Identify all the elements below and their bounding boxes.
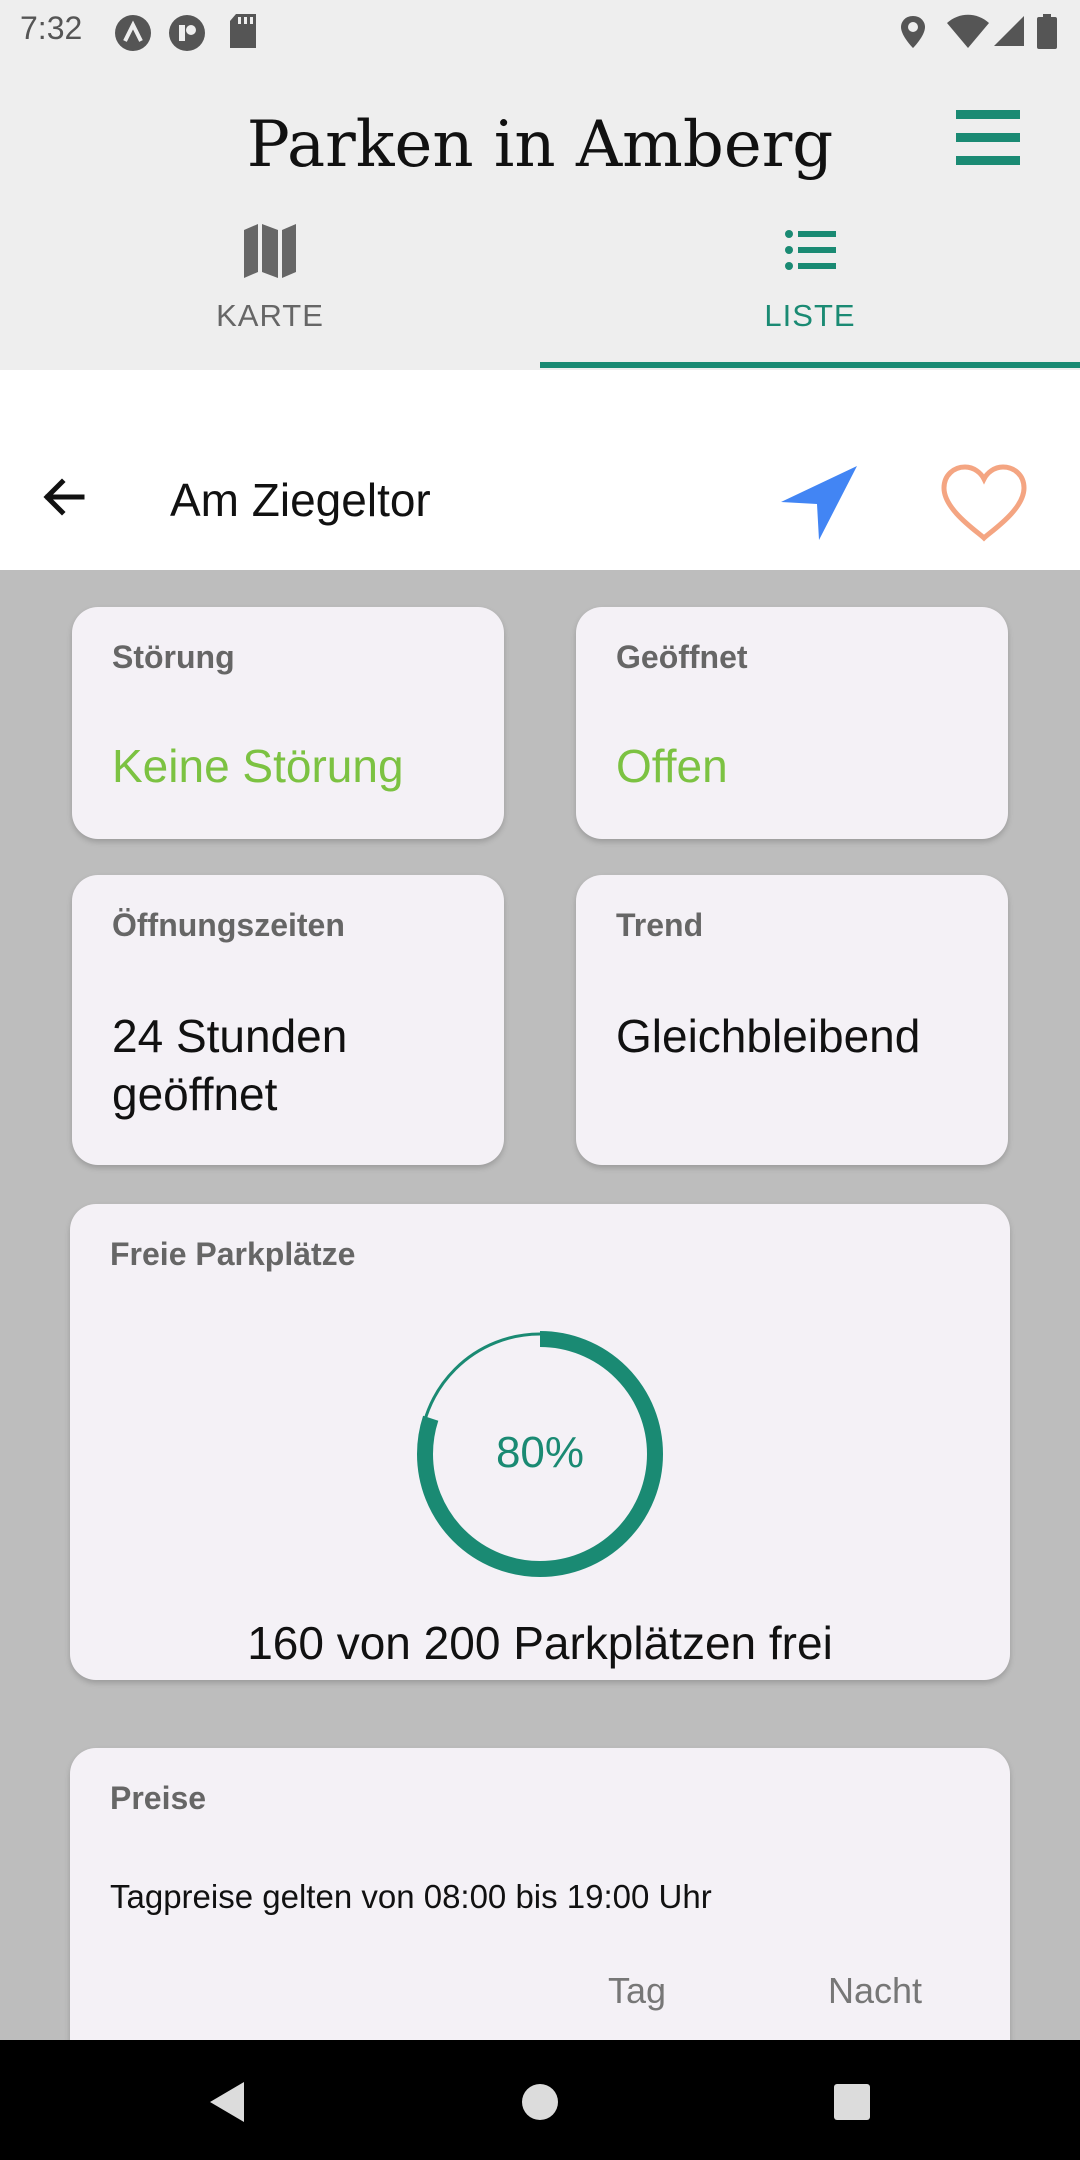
- menu-button[interactable]: [950, 106, 1026, 170]
- wifi-icon: [947, 14, 989, 48]
- system-back-button[interactable]: [200, 2072, 260, 2132]
- recents-square-icon: [834, 2084, 870, 2120]
- card-trend-label: Trend: [616, 907, 704, 943]
- navigate-button[interactable]: [775, 462, 865, 546]
- a-badge-icon: [115, 15, 151, 51]
- card-stoerung-label: Störung: [112, 639, 235, 675]
- card-geoeffnet-label: Geöffnet: [616, 639, 748, 675]
- card-trend-value: Gleichbleibend: [616, 1010, 921, 1062]
- card-stoerung: Störung Keine Störung: [72, 607, 504, 839]
- free-spaces-summary: 160 von 200 Parkplätzen frei: [247, 1617, 833, 1669]
- preise-column-tag: Tag: [608, 1970, 667, 2011]
- back-button[interactable]: [36, 472, 96, 522]
- status-time: 7:32: [20, 10, 83, 46]
- detail-toolbar: Am Ziegeltor: [0, 370, 1080, 570]
- list-icon: [785, 230, 836, 270]
- tab-karte-label: KARTE: [216, 298, 324, 333]
- navigation-arrow-icon: [781, 466, 857, 540]
- home-circle-icon: [522, 2084, 558, 2120]
- card-geoeffnet: Geöffnet Offen: [576, 607, 1008, 839]
- card-oeffnungszeiten-label: Öffnungszeiten: [112, 907, 345, 943]
- system-nav-bar: [0, 2040, 1080, 2160]
- card-frei-label: Freie Parkplätze: [110, 1236, 356, 1272]
- sd-card-icon: [230, 14, 256, 48]
- detail-content[interactable]: Störung Keine Störung Geöffnet Offen Öff…: [0, 570, 1080, 2040]
- heart-outline-icon: [941, 464, 1027, 542]
- card-preise: Preise Tagpreise gelten von 08:00 bis 19…: [70, 1748, 1010, 2040]
- hamburger-menu-icon: [956, 110, 1020, 165]
- card-trend: Trend Gleichbleibend: [576, 875, 1008, 1165]
- back-triangle-icon: [210, 2082, 244, 2122]
- map-icon: [244, 224, 296, 278]
- card-geoeffnet-value: Offen: [616, 740, 728, 792]
- chat-badge-icon: [169, 15, 205, 51]
- tab-liste-label: LISTE: [764, 298, 856, 333]
- system-recents-button[interactable]: [822, 2072, 882, 2132]
- active-tab-indicator: [540, 362, 1080, 368]
- arrow-left-icon: [43, 478, 85, 516]
- app-title: Parken in Amberg: [246, 108, 834, 182]
- preise-column-nacht: Nacht: [828, 1970, 923, 2011]
- location-icon: [901, 16, 925, 48]
- tab-karte[interactable]: KARTE: [0, 210, 540, 370]
- status-bar: 7:32: [0, 0, 1080, 60]
- card-oeffnungszeiten-value: 24 Stunden geöffnet: [112, 1010, 348, 1120]
- signal-icon: [994, 16, 1024, 46]
- card-oeffnungszeiten: Öffnungszeiten 24 Stunden geöffnet: [72, 875, 504, 1165]
- card-preise-label: Preise: [110, 1780, 207, 1816]
- gauge-percent: 80%: [495, 1428, 585, 1477]
- card-stoerung-value: Keine Störung: [112, 740, 404, 792]
- parking-name: Am Ziegeltor: [170, 474, 431, 526]
- preise-info: Tagpreise gelten von 08:00 bis 19:00 Uhr: [110, 1878, 712, 1915]
- favorite-button[interactable]: [938, 462, 1030, 546]
- system-home-button[interactable]: [510, 2072, 570, 2132]
- card-freie-parkplaetze: Freie Parkplätze 80% 160 von 200 Parkplä…: [70, 1204, 1010, 1680]
- tab-liste[interactable]: LISTE: [540, 210, 1080, 370]
- app-header: Parken in Amberg KARTE LISTE: [0, 60, 1080, 370]
- battery-icon: [1037, 14, 1057, 49]
